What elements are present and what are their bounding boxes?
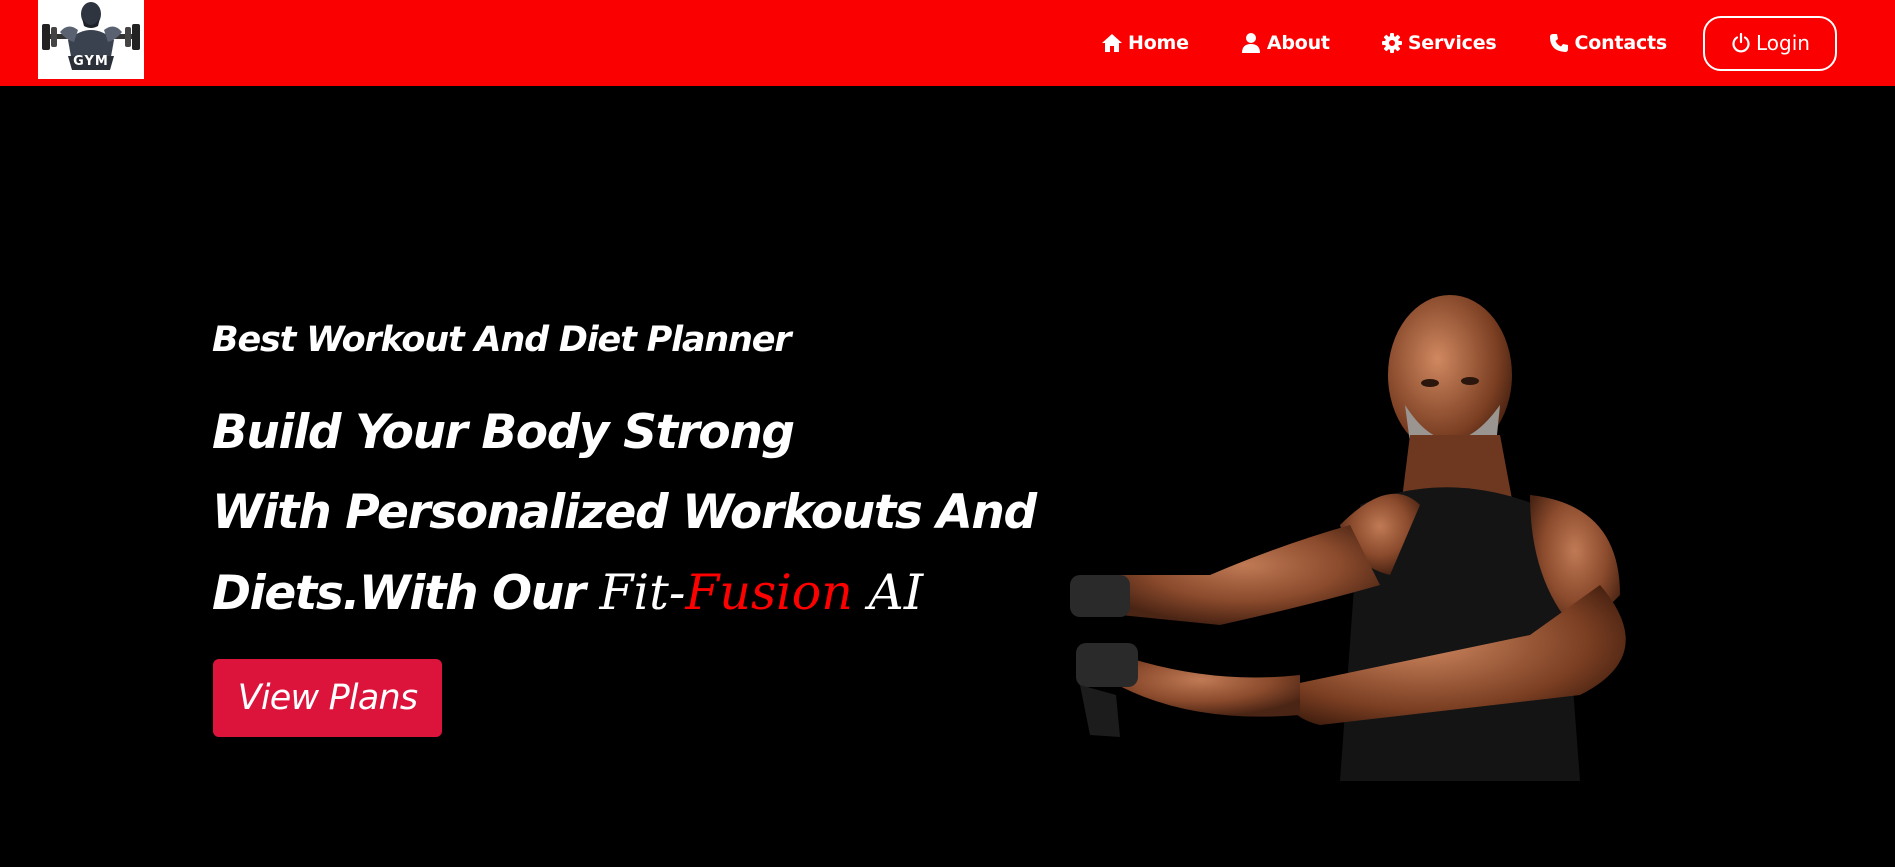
navbar: GYM Home About Services Contacts Login: [0, 0, 1895, 86]
headline-line-1: Build Your Body Strong: [212, 405, 795, 460]
phone-icon: [1547, 32, 1571, 54]
headline-line-3: Diets.With Our Fit-Fusion AI: [212, 553, 1036, 634]
nav-about[interactable]: About: [1239, 32, 1330, 54]
headline-line-3-prefix: Diets.With Our: [212, 566, 600, 621]
logo-text: GYM: [73, 54, 109, 69]
nav-services[interactable]: Services: [1380, 32, 1497, 54]
power-icon: [1730, 32, 1752, 54]
hero-headline: Build Your Body Strong With Personalized…: [212, 393, 1037, 634]
brand-fit: Fit-: [599, 564, 686, 621]
hero-subtitle: Best Workout And Diet Planner: [212, 320, 792, 360]
nav-links: Home About Services Contacts Login: [1100, 0, 1895, 86]
nav-contacts[interactable]: Contacts: [1547, 32, 1667, 54]
login-button[interactable]: Login: [1703, 15, 1837, 71]
gym-logo[interactable]: GYM: [38, 0, 144, 79]
brand-fusion: Fusion: [685, 564, 853, 621]
nav-home[interactable]: Home: [1100, 32, 1189, 54]
nav-about-label: About: [1266, 32, 1330, 54]
nav-contacts-label: Contacts: [1574, 32, 1668, 54]
headline-line-2: With Personalized Workouts And: [212, 485, 1037, 540]
nav-services-label: Services: [1407, 32, 1497, 54]
gear-icon: [1380, 32, 1404, 54]
brand-ai: AI: [852, 564, 924, 621]
login-label: Login: [1756, 31, 1810, 55]
bodybuilder-image: [1060, 255, 1660, 781]
home-icon: [1100, 32, 1124, 54]
nav-home-label: Home: [1128, 32, 1189, 54]
view-plans-button[interactable]: View Plans: [213, 659, 442, 737]
user-icon: [1239, 32, 1263, 54]
